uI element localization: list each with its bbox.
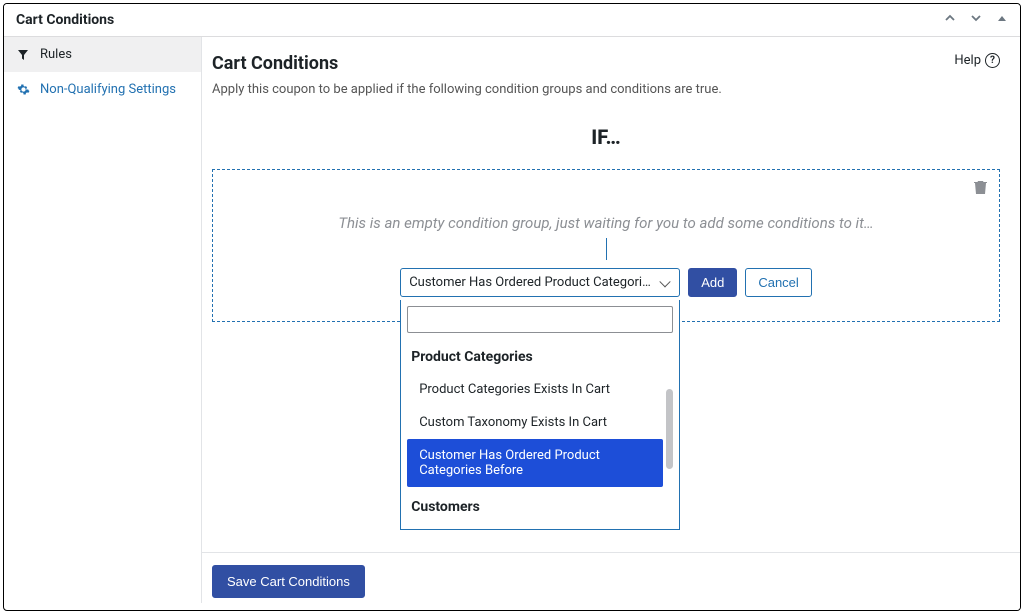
dropdown-option[interactable]: Custom Taxonomy Exists In Cart	[407, 406, 663, 439]
save-bar: Save Cart Conditions	[202, 552, 1020, 610]
trash-icon[interactable]	[974, 180, 987, 199]
dropdown-list: Product Categories Product Categories Ex…	[407, 343, 673, 523]
help-link[interactable]: Help ?	[954, 53, 1000, 68]
main-header-row: Cart Conditions Help ?	[212, 53, 1000, 82]
dropdown-option[interactable]: Product Categories Exists In Cart	[407, 373, 663, 406]
if-heading: IF…	[212, 125, 1000, 149]
dropdown-group-label: Product Categories	[407, 343, 663, 373]
chevron-down-icon[interactable]	[970, 12, 982, 28]
sidebar-item-rules[interactable]: Rules	[4, 37, 201, 72]
chevron-up-icon[interactable]	[944, 12, 956, 28]
filter-icon	[16, 49, 30, 61]
sidebar-item-label: Rules	[40, 47, 72, 62]
sidebar-item-label: Non-Qualifying Settings	[40, 82, 176, 97]
dropdown-option-selected[interactable]: Customer Has Ordered Product Categories …	[407, 439, 663, 487]
add-button[interactable]: Add	[688, 268, 737, 297]
save-cart-conditions-button[interactable]: Save Cart Conditions	[212, 565, 365, 598]
help-icon: ?	[985, 53, 1000, 68]
page-title: Cart Conditions	[212, 53, 338, 74]
panel-body: Rules Non-Qualifying Settings Cart Condi…	[4, 37, 1020, 603]
dropdown-scrollbar-thumb[interactable]	[666, 389, 673, 469]
page-subtitle: Apply this coupon to be applied if the f…	[212, 82, 1000, 97]
sidebar-item-non-qualifying[interactable]: Non-Qualifying Settings	[4, 72, 201, 107]
empty-group-message: This is an empty condition group, just w…	[237, 214, 975, 232]
dropdown-group-label: Customers	[407, 493, 663, 523]
dropdown-scrollbar[interactable]	[666, 373, 673, 517]
sidebar: Rules Non-Qualifying Settings	[4, 37, 202, 603]
condition-type-select[interactable]: Customer Has Ordered Product Categorie…	[400, 268, 680, 297]
panel-title: Cart Conditions	[16, 12, 114, 28]
condition-type-dropdown: Product Categories Product Categories Ex…	[400, 300, 680, 530]
text-cursor-indicator	[606, 238, 607, 260]
collapse-triangle-icon[interactable]	[996, 12, 1008, 28]
condition-controls-row: Customer Has Ordered Product Categorie… …	[237, 268, 975, 297]
gear-icon	[16, 83, 30, 96]
condition-type-select-wrap: Customer Has Ordered Product Categorie… …	[400, 268, 680, 297]
panel-container: Cart Conditions Rules	[3, 3, 1021, 611]
main-content: Cart Conditions Help ? Apply this coupon…	[202, 37, 1020, 603]
cancel-button[interactable]: Cancel	[745, 268, 811, 297]
help-label: Help	[954, 53, 981, 68]
panel-header: Cart Conditions	[4, 4, 1020, 37]
panel-controls	[944, 12, 1008, 28]
condition-group: This is an empty condition group, just w…	[212, 169, 1000, 322]
dropdown-search-input[interactable]	[407, 306, 673, 333]
